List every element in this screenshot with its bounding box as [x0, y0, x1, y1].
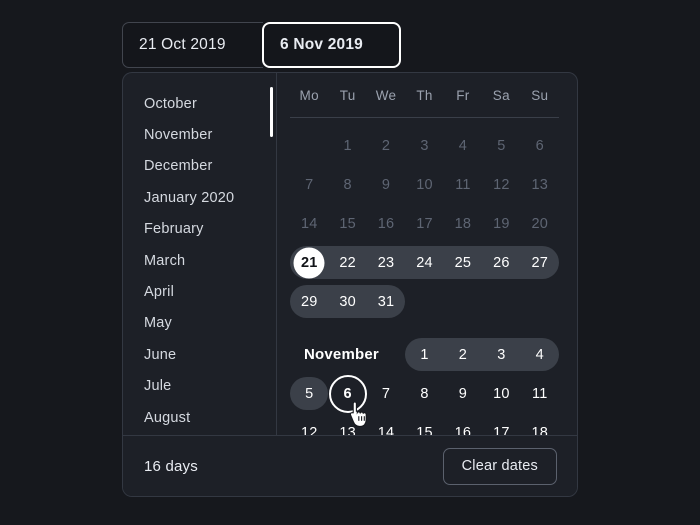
day-cell[interactable]: 14	[367, 413, 405, 436]
day-cell[interactable]: 13	[328, 413, 366, 436]
day-cell[interactable]: 27	[521, 243, 559, 282]
weekday-tu: Tu	[339, 87, 356, 103]
day-cell[interactable]: 24	[405, 243, 443, 282]
day-cell[interactable]: 10	[482, 374, 520, 413]
date-range-inputs: 21 Oct 2019 6 Nov 2019	[122, 22, 401, 68]
sidebar-item-jule[interactable]: Jule	[123, 371, 276, 402]
weekday-sa: Sa	[492, 87, 510, 103]
week-row-november-first: November 1 2 3 4	[290, 335, 559, 374]
day-cell[interactable]: 16	[367, 204, 405, 243]
day-cell[interactable]: 1	[328, 126, 366, 165]
day-cell[interactable]: 7	[290, 165, 328, 204]
day-cell[interactable]: 20	[521, 204, 559, 243]
day-cell[interactable]: 9	[444, 374, 482, 413]
day-cell[interactable]: 3	[482, 335, 520, 374]
picker-body: October November December January 2020 F…	[123, 73, 577, 435]
sidebar-item-may[interactable]: May	[123, 308, 276, 339]
day-cell[interactable]: 11	[521, 374, 559, 413]
weekday-th: Th	[416, 87, 433, 103]
day-cell[interactable]: 5	[482, 126, 520, 165]
sidebar-item-december[interactable]: December	[123, 151, 276, 182]
day-cell[interactable]: 5	[290, 374, 328, 413]
sidebar-item-june[interactable]: June	[123, 339, 276, 370]
day-cell[interactable]: 19	[482, 204, 520, 243]
weekday-su: Su	[531, 87, 549, 103]
day-cell[interactable]: 25	[444, 243, 482, 282]
date-picker-panel: October November December January 2020 F…	[122, 72, 578, 497]
day-cell[interactable]: 9	[367, 165, 405, 204]
day-cell[interactable]: 4	[444, 126, 482, 165]
day-cell[interactable]: 26	[482, 243, 520, 282]
sidebar-item-november[interactable]: November	[123, 119, 276, 150]
day-cell[interactable]: 18	[444, 204, 482, 243]
start-date-input[interactable]: 21 Oct 2019	[122, 22, 263, 68]
weekday-we: We	[375, 87, 397, 103]
week-row: 29 30 31	[290, 282, 559, 321]
weekday-header: Mo Tu We Th Fr Sa Su	[290, 73, 559, 117]
week-row: 7 8 9 10 11 12 13	[290, 165, 559, 204]
day-cell[interactable]: 14	[290, 204, 328, 243]
sidebar-scrollbar-thumb[interactable]	[270, 87, 273, 137]
day-cell[interactable]: 12	[482, 165, 520, 204]
day-cell[interactable]: 4	[521, 335, 559, 374]
day-cell[interactable]: 11	[444, 165, 482, 204]
end-date-input[interactable]: 6 Nov 2019	[262, 22, 401, 68]
day-cell[interactable]: 17	[405, 204, 443, 243]
sidebar-item-february[interactable]: February	[123, 214, 276, 245]
weekday-mo: Mo	[299, 87, 319, 103]
sidebar-item-january[interactable]: January 2020	[123, 182, 276, 213]
week-row-range-start: 21 22 23 24 25 26 27	[290, 243, 559, 282]
sidebar-item-october[interactable]: October	[123, 88, 276, 119]
day-cell[interactable]: 13	[521, 165, 559, 204]
day-cell[interactable]: 23	[367, 243, 405, 282]
day-cell[interactable]: 22	[328, 243, 366, 282]
weekday-fr: Fr	[456, 87, 470, 103]
clear-dates-button[interactable]: Clear dates	[442, 447, 557, 485]
week-row: 12 13 14 15 16 17 18	[290, 413, 559, 436]
picker-footer: 16 days Clear dates	[123, 435, 577, 496]
day-cell[interactable]: 3	[405, 126, 443, 165]
sidebar-scrollbar-track[interactable]	[270, 87, 273, 435]
days-count-label: 16 days	[144, 457, 198, 475]
month-gap	[290, 321, 559, 335]
day-cell[interactable]: 1	[405, 335, 443, 374]
week-row: 14 15 16 17 18 19 20	[290, 204, 559, 243]
weekday-divider	[290, 117, 559, 118]
day-cell[interactable]: 17	[482, 413, 520, 436]
day-cell[interactable]: 30	[328, 282, 366, 321]
day-cell[interactable]: 16	[444, 413, 482, 436]
sidebar-item-march[interactable]: March	[123, 245, 276, 276]
day-cell[interactable]: 12	[290, 413, 328, 436]
calendar-grid: Mo Tu We Th Fr Sa Su 1 2 3 4 5 6 7 8 9 1…	[276, 73, 577, 435]
day-cell[interactable]: 6	[521, 126, 559, 165]
day-cell[interactable]: 7	[367, 374, 405, 413]
day-cell-selected-start[interactable]: 21	[290, 243, 328, 282]
day-cell[interactable]: 2	[444, 335, 482, 374]
month-label-november: November	[304, 346, 379, 363]
day-cell[interactable]: 2	[367, 126, 405, 165]
day-cell[interactable]: 15	[328, 204, 366, 243]
day-cell-selected-end[interactable]: 6	[328, 374, 366, 413]
day-cell[interactable]: 10	[405, 165, 443, 204]
day-cell[interactable]: 15	[405, 413, 443, 436]
week-row-range-end: 5 6 7 8 9 10 11	[290, 374, 559, 413]
day-cell[interactable]: 8	[405, 374, 443, 413]
week-row: 1 2 3 4 5 6	[290, 126, 559, 165]
day-cell[interactable]: 29	[290, 282, 328, 321]
sidebar-item-april[interactable]: April	[123, 276, 276, 307]
sidebar-item-august[interactable]: August	[123, 402, 276, 433]
day-cell[interactable]: 8	[328, 165, 366, 204]
day-cell[interactable]: 18	[521, 413, 559, 436]
day-cell[interactable]: 31	[367, 282, 405, 321]
month-list-sidebar[interactable]: October November December January 2020 F…	[123, 73, 276, 435]
